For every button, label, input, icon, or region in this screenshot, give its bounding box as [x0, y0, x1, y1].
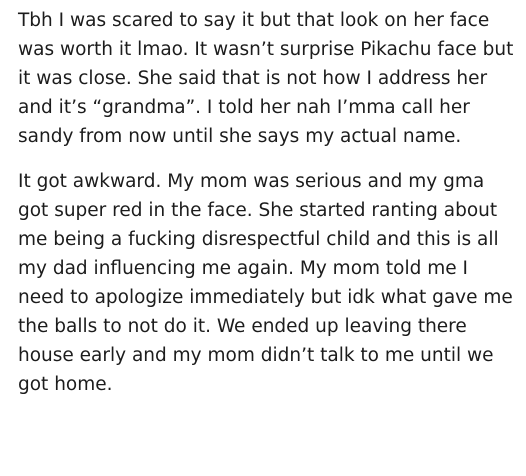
post-paragraph-2: It got awkward. My mom was serious and m… — [18, 171, 513, 395]
post-paragraph-1: Tbh I was scared to say it but that look… — [18, 10, 514, 147]
post-body: Tbh I was scared to say it but that look… — [18, 6, 520, 399]
